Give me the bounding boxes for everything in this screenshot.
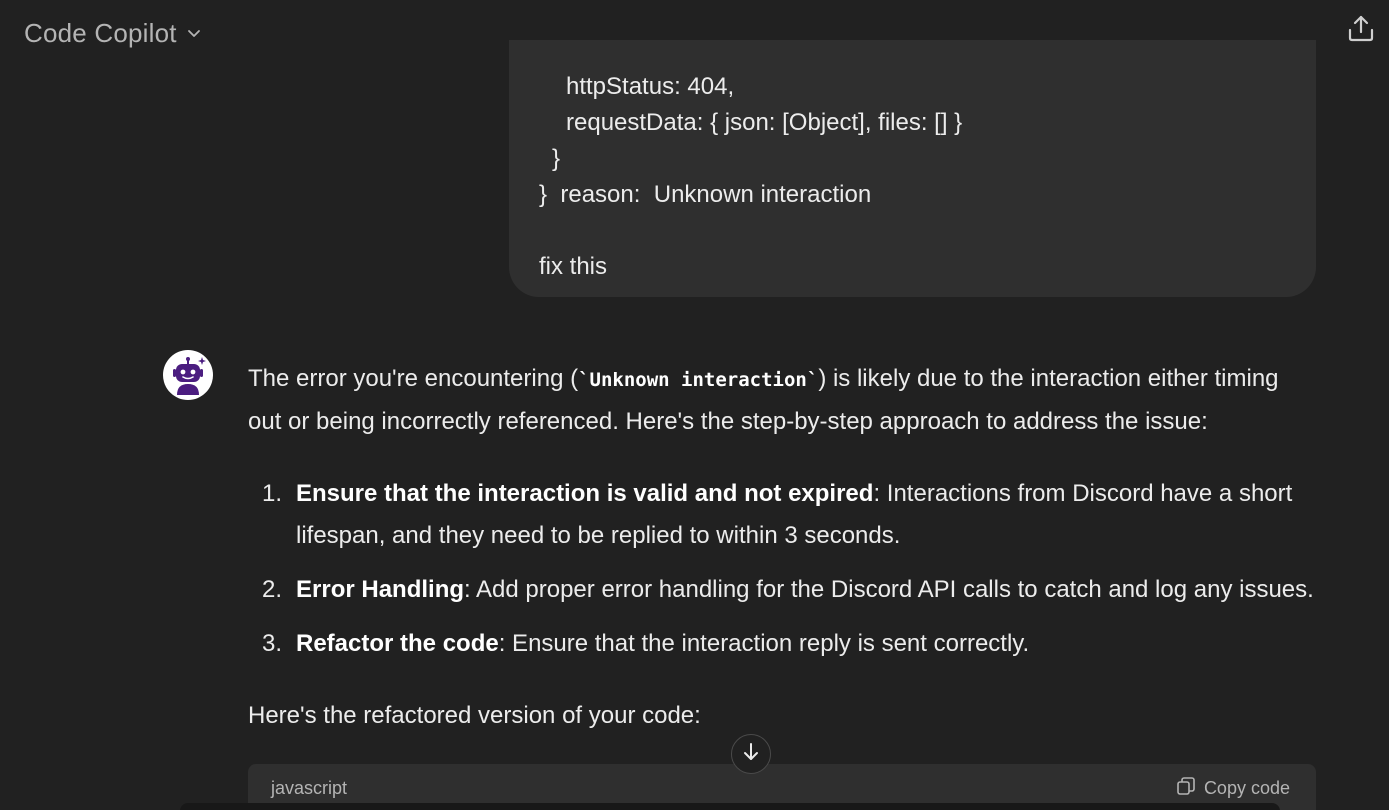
list-number: 1.	[262, 480, 283, 507]
model-picker-button[interactable]: Code Copilot	[14, 10, 213, 56]
step-text: : Ensure that the interaction reply is s…	[498, 630, 1030, 657]
composer-edge	[180, 803, 1280, 810]
assistant-outro: Here's the refactored version of your co…	[248, 702, 701, 729]
list-item: 1. Ensure that the interaction is valid …	[248, 473, 1318, 557]
copy-icon	[1176, 776, 1196, 801]
robot-avatar-icon	[163, 350, 213, 400]
assistant-message: The error you're encountering (`Unknown …	[248, 358, 1318, 737]
user-message-bubble: httpStatus: 404, requestData: { json: [O…	[509, 40, 1316, 297]
user-message-line: requestData: { json: [Object], files: []…	[566, 109, 963, 136]
list-item: 3. Refactor the code: Ensure that the in…	[248, 623, 1318, 665]
share-button[interactable]	[1339, 8, 1383, 52]
model-title: Code Copilot	[24, 17, 177, 48]
step-text: : Add proper error handling for the Disc…	[464, 576, 1314, 603]
assistant-intro: The error you're encountering (`Unknown …	[248, 358, 1318, 443]
scroll-to-bottom-button[interactable]	[731, 734, 771, 774]
arrow-down-icon	[740, 741, 762, 768]
list-number: 2.	[262, 576, 283, 603]
copy-code-label: Copy code	[1203, 778, 1290, 798]
steps-list: 1. Ensure that the interaction is valid …	[248, 473, 1318, 665]
share-upload-icon	[1346, 13, 1376, 48]
list-item: 2. Error Handling: Add proper error hand…	[248, 569, 1318, 611]
user-message-line: } reason: Unknown interaction	[539, 181, 872, 208]
step-title: Ensure that the interaction is valid and…	[296, 480, 874, 507]
copy-code-button[interactable]: Copy code	[1176, 776, 1290, 801]
user-message-line: }	[552, 145, 561, 172]
list-number: 3.	[262, 630, 283, 657]
inline-code: `Unknown interaction`	[578, 369, 819, 391]
intro-text-before: The error you're encountering (	[248, 365, 579, 392]
chat-window: Code Copilot httpStatus: 404, requestDat…	[0, 0, 1389, 810]
step-title: Refactor the code	[296, 630, 499, 657]
user-message-line: fix this	[539, 253, 608, 280]
user-message-line: httpStatus: 404,	[566, 73, 735, 100]
chevron-down-icon	[185, 24, 203, 42]
code-language-label: javascript	[271, 778, 348, 798]
step-title: Error Handling	[296, 576, 465, 603]
